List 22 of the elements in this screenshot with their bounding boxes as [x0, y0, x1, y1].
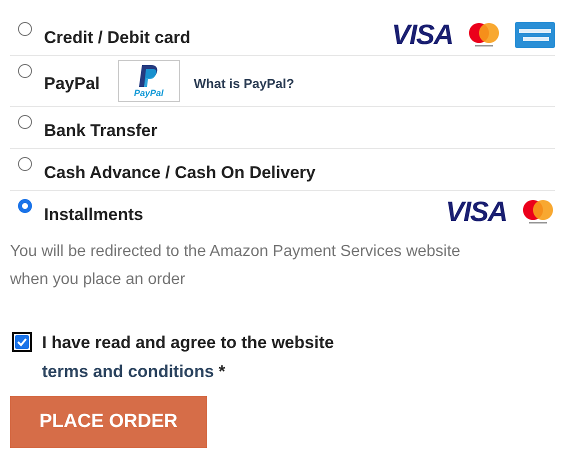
radio-button[interactable] [18, 157, 32, 171]
payment-method-label: PayPal [44, 74, 100, 94]
payment-method-label: Credit / Debit card [44, 28, 190, 48]
radio-button[interactable] [18, 22, 32, 36]
terms-checkbox[interactable] [12, 332, 32, 352]
radio-button[interactable] [18, 64, 32, 78]
payment-method-label: Cash Advance / Cash On Delivery [44, 162, 316, 182]
paypal-logo: PayPal [118, 60, 180, 102]
radio-button[interactable] [18, 115, 32, 129]
terms-link[interactable]: terms and conditions [42, 362, 214, 381]
radio-button[interactable] [18, 199, 32, 213]
payment-method-label: Bank Transfer [44, 120, 158, 140]
redirect-notice: You will be redirected to the Amazon Payment Services website when you place an order [10, 242, 462, 290]
mastercard-logo-icon [521, 198, 555, 224]
payment-method-label: Installments [44, 204, 144, 224]
mastercard-logo-icon [467, 22, 501, 48]
visa-logo: VISA [392, 18, 453, 50]
amex-logo-icon [515, 22, 555, 48]
what-is-paypal-link[interactable]: What is PayPal? [194, 76, 294, 90]
visa-logo: VISA [446, 196, 507, 228]
terms-text: I have read and agree to the website terms and conditions * [42, 332, 335, 383]
checkmark-icon [16, 336, 28, 348]
